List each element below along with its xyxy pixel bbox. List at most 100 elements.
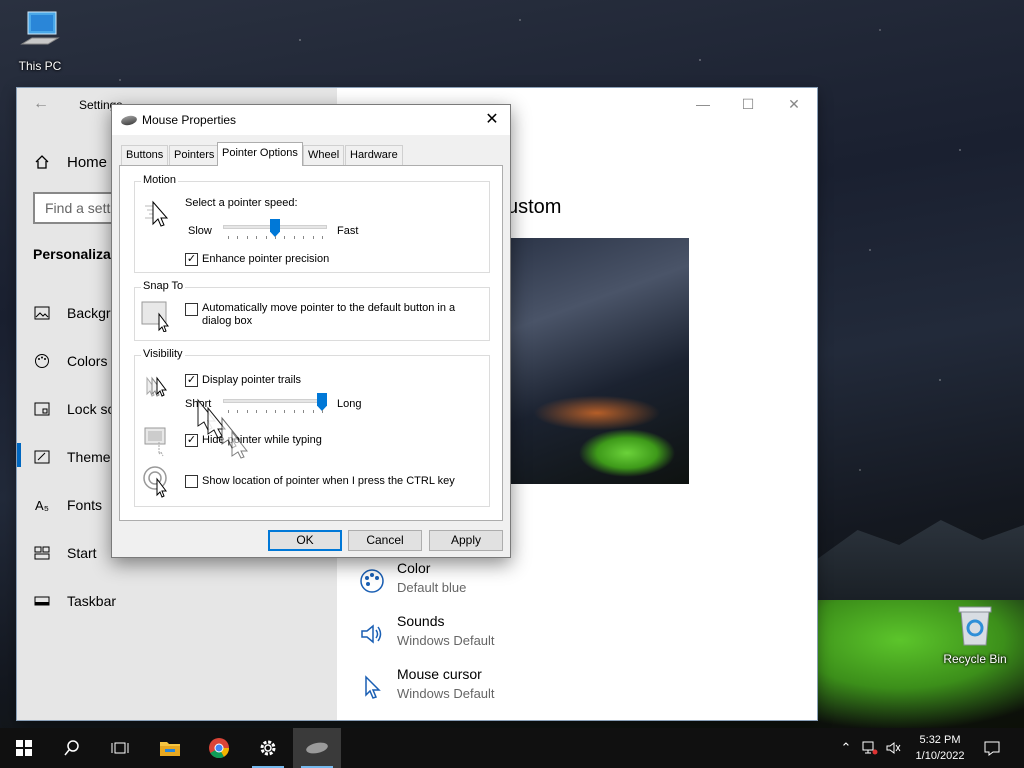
pointer-trails-checkbox[interactable]: ✓ [185,374,198,387]
pointer-options-panel: Motion Select a pointer speed: Slow Fast… [119,165,503,521]
fast-label: Fast [337,225,359,237]
search-icon [64,740,79,756]
taskbar-icon [17,596,67,606]
dialog-titlebar: Mouse Properties ✕ [112,105,510,135]
computer-icon [20,11,60,45]
slider-tick [228,236,229,239]
cancel-button[interactable]: Cancel [348,530,422,551]
ctrl-location-checkbox[interactable] [185,475,198,488]
sidebar-item-label: Colors [67,353,108,369]
speed-prompt: Select a pointer speed: [185,197,298,209]
sidebar-item-label: Home [67,153,108,171]
mouse-icon [306,742,328,754]
file-explorer-button[interactable] [146,728,194,768]
desktop-icon-this-pc[interactable]: This PC [0,10,80,73]
theme-setting-name: Color [397,560,431,576]
start-icon [17,546,67,560]
snap-to-label-line2: dialog box [202,315,253,327]
chrome-button[interactable] [195,728,243,768]
file-explorer-icon [160,742,180,756]
trail-length-slider-thumb[interactable] [317,393,327,411]
volume-muted-icon[interactable] [884,728,904,768]
mouse-icon [120,114,138,127]
sidebar-item-label: Taskbar [67,593,117,609]
group-label: Snap To [141,280,186,292]
slider-tick [312,236,314,239]
hide-pointer-icon [144,427,166,457]
notification-center-icon[interactable] [980,728,1004,768]
ctrl-location-icon [143,466,167,498]
picture-icon [17,306,67,320]
pointer-speed-icon [145,200,169,227]
group-label: Visibility [141,348,185,360]
back-arrow-icon[interactable]: ← [31,94,51,114]
windows-logo-icon [16,740,32,756]
cursor-icon [357,672,387,702]
enhance-precision-label: Enhance pointer precision [202,253,330,265]
palette-icon [17,353,67,369]
slider-tick [293,236,295,239]
maximize-icon[interactable]: ☐ [738,94,758,114]
slider-tick [303,236,305,239]
settings-button[interactable] [244,728,292,768]
snap-to-group: Snap To Automatically move pointer to th… [134,280,490,341]
sidebar-item-label: Start [67,545,97,561]
theme-setting-sounds[interactable]: Sounds Windows Default [357,613,657,657]
tab-buttons[interactable]: Buttons [121,145,169,165]
lock-screen-icon [17,402,67,416]
slider-tick [322,236,323,239]
mouse-properties-button[interactable] [293,728,341,768]
show-hidden-icons-chevron-up-icon[interactable]: ⌃ [836,728,856,768]
enhance-precision-checkbox[interactable]: ✓ [185,253,198,266]
palette-icon [357,566,387,596]
system-clock[interactable]: 5:32 PM 1/10/2022 [906,732,974,764]
theme-setting-value: Default blue [397,580,467,595]
close-icon[interactable]: ✕ [482,110,502,130]
slider-tick [256,236,258,239]
slow-label: Slow [188,225,212,237]
long-label: Long [337,398,362,410]
theme-preview-image [507,238,689,484]
fonts-icon: A₅ [35,497,49,513]
minimize-icon[interactable]: — [693,94,713,114]
theme-setting-name: Sounds [397,613,445,629]
close-icon[interactable]: ✕ [784,94,804,114]
slider-tick [265,410,267,413]
tab-wheel[interactable]: Wheel [303,145,345,165]
sidebar-item-label: Fonts [67,497,103,513]
visibility-group: Visibility ✓ Display pointer trails Shor… [134,348,490,507]
motion-group: Motion Select a pointer speed: Slow Fast… [134,174,490,273]
network-icon[interactable] [860,728,880,768]
speaker-icon [357,619,387,649]
theme-setting-color[interactable]: Color Default blue [357,560,657,604]
sidebar-item-taskbar[interactable]: Taskbar [17,583,337,619]
start-button[interactable] [0,728,48,768]
section-title: Personalizati [33,246,120,262]
dialog-title: Mouse Properties [142,113,237,127]
desktop-icon-recycle-bin[interactable]: Recycle Bin [935,603,1015,666]
settings-icon [260,740,276,756]
slider-tick [275,410,276,413]
slider-tick [237,236,239,239]
pointer-trails-label: Display pointer trails [202,374,302,386]
recycle-bin-icon [958,606,992,646]
tab-pointer-options[interactable]: Pointer Options [217,142,303,166]
ok-button[interactable]: OK [268,530,342,551]
theme-setting-name: Mouse cursor [397,666,482,682]
theme-setting-value: Windows Default [397,633,495,648]
search-button[interactable] [48,728,96,768]
speed-slider-thumb[interactable] [270,219,280,237]
task-view-button[interactable] [96,728,144,768]
sidebar-item-label: Themes [67,449,118,465]
theme-setting-mouse-cursor[interactable]: Mouse cursor Windows Default [357,666,657,710]
tab-hardware[interactable]: Hardware [345,145,403,165]
desktop-icon-label: Recycle Bin [943,652,1007,666]
tab-pointers[interactable]: Pointers [169,145,220,165]
snap-to-checkbox[interactable] [185,303,198,316]
themes-icon [17,450,67,464]
desktop-icon-label: This PC [18,59,62,73]
clock-date: 1/10/2022 [915,750,965,762]
pointer-trails-icon [146,376,167,397]
apply-button[interactable]: Apply [429,530,503,551]
slider-tick [265,236,267,239]
